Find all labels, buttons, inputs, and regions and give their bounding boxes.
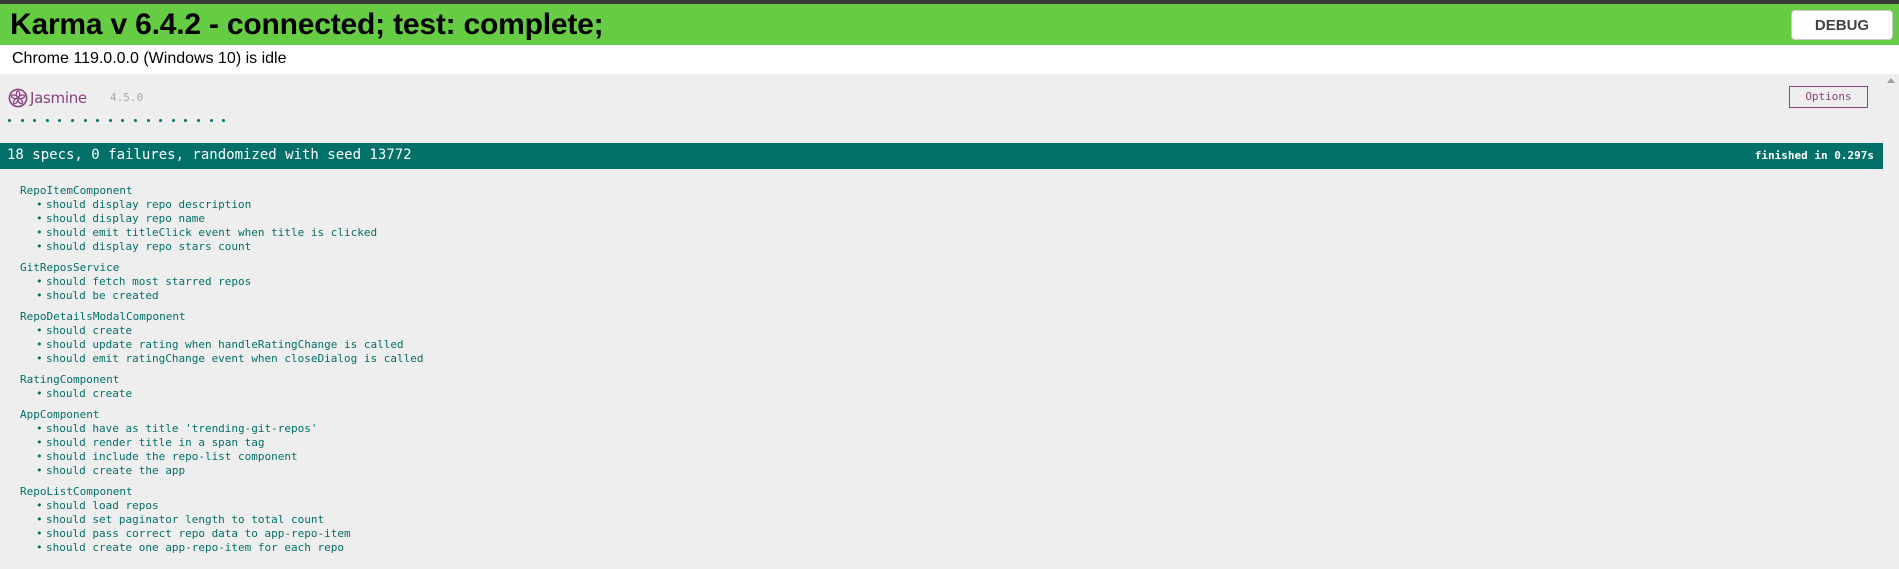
spec-name-link[interactable]: should pass correct repo data to app-rep…	[46, 527, 351, 540]
spec-item: should display repo name	[20, 212, 424, 226]
passed-spec-dot[interactable]	[121, 119, 125, 123]
spec-item: should fetch most starred repos	[20, 275, 424, 289]
passed-spec-dot[interactable]	[58, 119, 62, 123]
browser-status-bar: Chrome 119.0.0.0 (Windows 10) is idle	[0, 45, 1899, 74]
options-button[interactable]: Options	[1789, 86, 1868, 108]
spec-item: should render title in a span tag	[20, 436, 424, 450]
suite-group: RepoDetailsModalComponentshould createsh…	[20, 310, 424, 366]
spec-item: should emit ratingChange event when clos…	[20, 352, 424, 366]
spec-item: should have as title 'trending-git-repos…	[20, 422, 424, 436]
passed-spec-dot[interactable]	[96, 119, 100, 123]
debug-button[interactable]: DEBUG	[1791, 10, 1893, 40]
spec-name-link[interactable]: should create the app	[46, 464, 185, 477]
spec-name-link[interactable]: should display repo name	[46, 212, 205, 225]
jasmine-logo-text: Jasmine	[30, 89, 87, 107]
passed-spec-dot[interactable]	[83, 119, 87, 123]
suite-name-link[interactable]: RepoDetailsModalComponent	[20, 310, 424, 324]
passed-spec-dot[interactable]	[108, 119, 112, 123]
spec-item: should create one app-repo-item for each…	[20, 541, 424, 555]
suite-group: AppComponentshould have as title 'trendi…	[20, 408, 424, 478]
spec-name-link[interactable]: should display repo stars count	[46, 240, 251, 253]
results-list: RepoItemComponentshould display repo des…	[20, 184, 424, 562]
passed-spec-dot[interactable]	[33, 119, 37, 123]
spec-item: should display repo stars count	[20, 240, 424, 254]
spec-item: should emit titleClick event when title …	[20, 226, 424, 240]
spec-name-link[interactable]: should create	[46, 324, 132, 337]
spec-name-link[interactable]: should create one app-repo-item for each…	[46, 541, 344, 554]
spec-item: should update rating when handleRatingCh…	[20, 338, 424, 352]
spec-name-link[interactable]: should load repos	[46, 499, 159, 512]
summary-text[interactable]: 18 specs, 0 failures, randomized with se…	[7, 147, 412, 163]
spec-name-link[interactable]: should emit ratingChange event when clos…	[46, 352, 424, 365]
suite-group: RepoListComponentshould load reposshould…	[20, 485, 424, 555]
passed-spec-dot[interactable]	[196, 119, 200, 123]
passed-spec-dot[interactable]	[159, 119, 163, 123]
spec-name-link[interactable]: should display repo description	[46, 198, 251, 211]
spec-name-link[interactable]: should emit titleClick event when title …	[46, 226, 377, 239]
spec-item: should create	[20, 324, 424, 338]
passed-spec-dot[interactable]	[45, 119, 49, 123]
spec-name-link[interactable]: should fetch most starred repos	[46, 275, 251, 288]
passed-spec-dot[interactable]	[70, 119, 74, 123]
suite-group: RatingComponentshould create	[20, 373, 424, 401]
karma-status-title: Karma v 6.4.2 - connected; test: complet…	[10, 8, 604, 41]
spec-name-link[interactable]: should include the repo-list component	[46, 450, 298, 463]
spec-item: should pass correct repo data to app-rep…	[20, 527, 424, 541]
passed-spec-dot[interactable]	[133, 119, 137, 123]
spec-item: should include the repo-list component	[20, 450, 424, 464]
spec-name-link[interactable]: should render title in a span tag	[46, 436, 265, 449]
jasmine-version: 4.5.0	[110, 91, 144, 104]
scroll-up-arrow-icon[interactable]	[1887, 78, 1895, 83]
passed-spec-dot[interactable]	[209, 119, 213, 123]
spec-name-link[interactable]: should be created	[46, 289, 159, 302]
jasmine-flower-icon	[8, 88, 28, 108]
passed-spec-dot[interactable]	[171, 119, 175, 123]
spec-name-link[interactable]: should create	[46, 387, 132, 400]
spec-item: should create	[20, 387, 424, 401]
summary-bar: 18 specs, 0 failures, randomized with se…	[0, 143, 1883, 169]
passed-spec-dot[interactable]	[146, 119, 150, 123]
spec-item: should create the app	[20, 464, 424, 478]
browser-status-text: Chrome 119.0.0.0 (Windows 10) is idle	[12, 50, 287, 67]
passed-spec-dot[interactable]	[20, 119, 24, 123]
spec-item: should set paginator length to total cou…	[20, 513, 424, 527]
suite-name-link[interactable]: AppComponent	[20, 408, 424, 422]
suite-group: RepoItemComponentshould display repo des…	[20, 184, 424, 254]
spec-name-link[interactable]: should set paginator length to total cou…	[46, 513, 324, 526]
spec-item: should load repos	[20, 499, 424, 513]
karma-banner: Karma v 6.4.2 - connected; test: complet…	[0, 0, 1899, 45]
spec-item: should display repo description	[20, 198, 424, 212]
suite-group: GitReposServiceshould fetch most starred…	[20, 261, 424, 303]
spec-result-dots	[8, 112, 235, 124]
passed-spec-dot[interactable]	[8, 119, 11, 123]
suite-name-link[interactable]: GitReposService	[20, 261, 424, 275]
duration-text: finished in 0.297s	[1754, 149, 1874, 162]
passed-spec-dot[interactable]	[222, 119, 226, 123]
vertical-scrollbar[interactable]	[1883, 74, 1899, 569]
jasmine-report-frame[interactable]: Jasmine 4.5.0 Options 18 specs, 0 failur…	[0, 74, 1899, 569]
spec-name-link[interactable]: should have as title 'trending-git-repos…	[46, 422, 318, 435]
passed-spec-dot[interactable]	[184, 119, 188, 123]
suite-name-link[interactable]: RepoItemComponent	[20, 184, 424, 198]
spec-name-link[interactable]: should update rating when handleRatingCh…	[46, 338, 404, 351]
spec-item: should be created	[20, 289, 424, 303]
jasmine-logo: Jasmine	[8, 88, 87, 108]
suite-name-link[interactable]: RatingComponent	[20, 373, 424, 387]
suite-name-link[interactable]: RepoListComponent	[20, 485, 424, 499]
